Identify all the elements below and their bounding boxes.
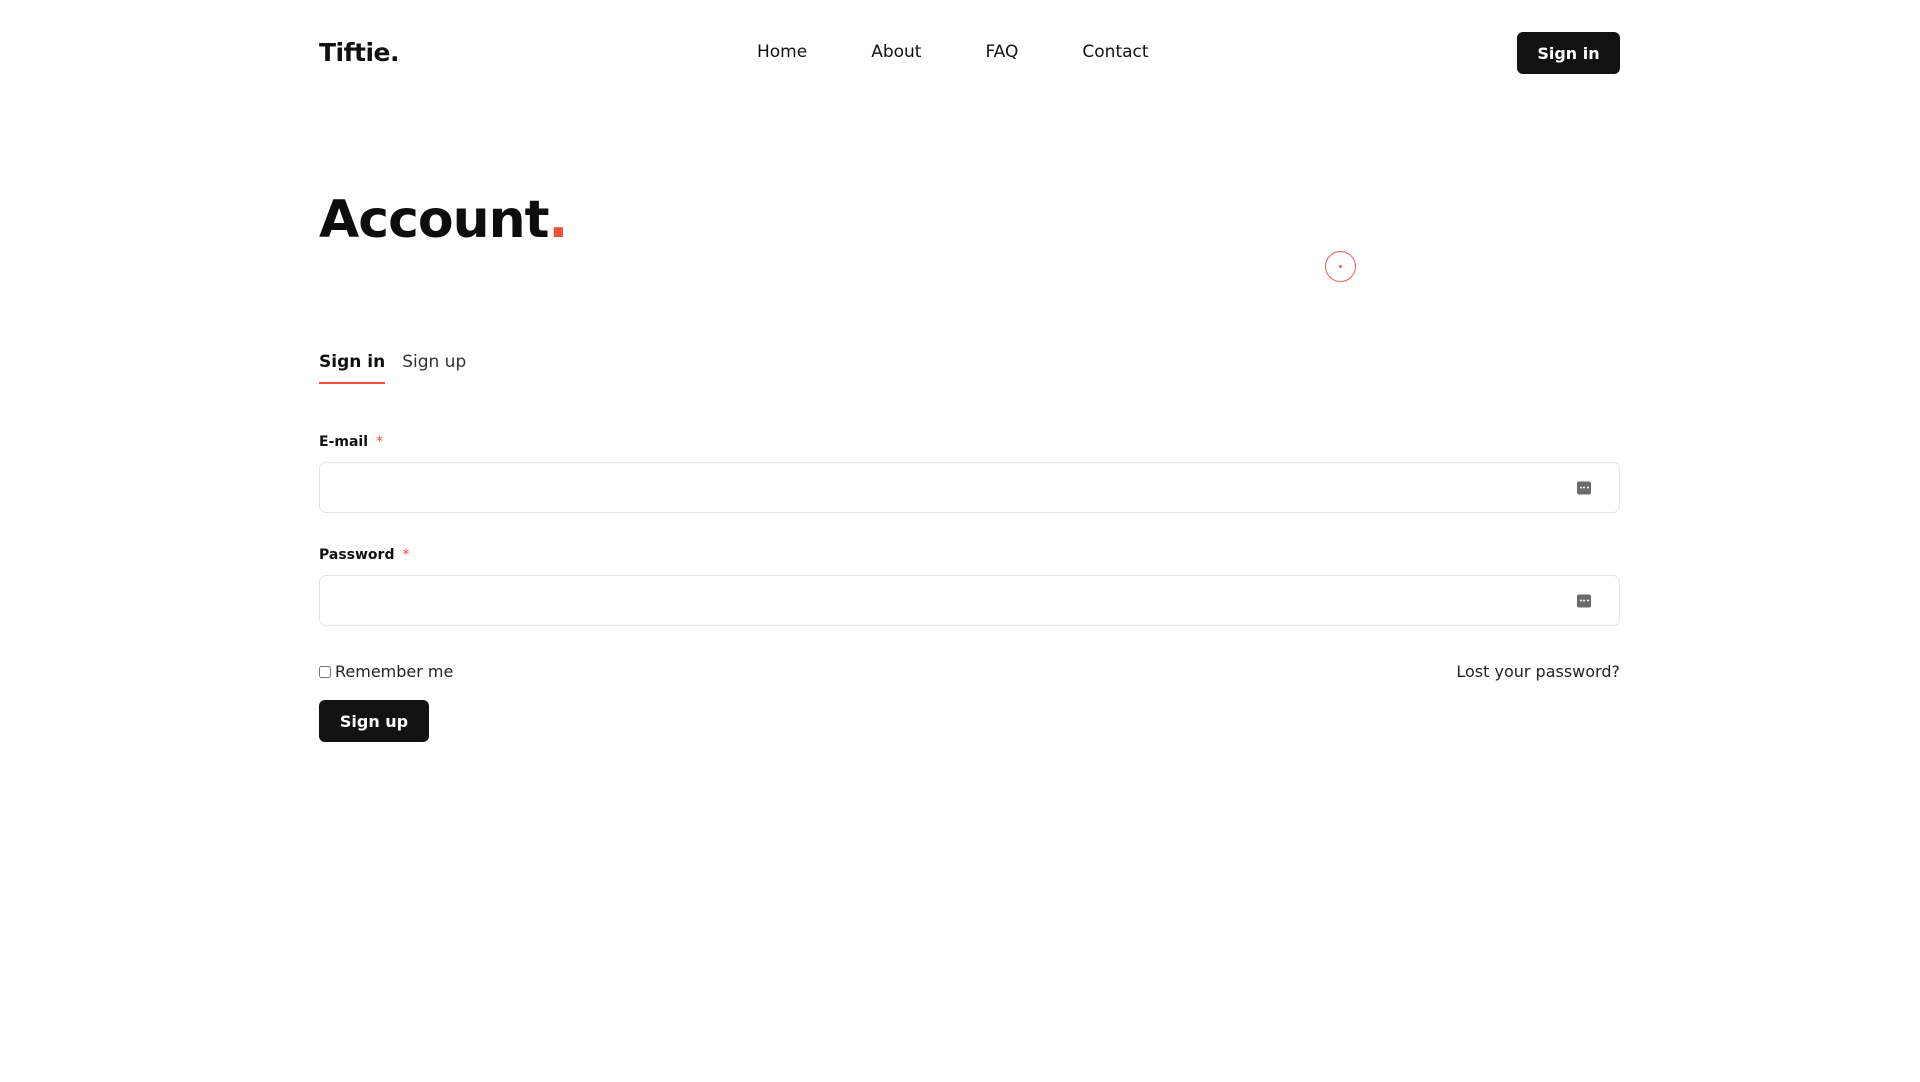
nav-link-contact[interactable]: Contact — [1082, 42, 1148, 62]
tab-sign-in[interactable]: Sign in — [319, 352, 386, 384]
remember-me-label[interactable]: Remember me — [335, 662, 453, 681]
email-field[interactable] — [320, 463, 1619, 512]
page-title-text: Account — [319, 190, 550, 250]
page-title: Account. — [319, 189, 569, 251]
site-logo[interactable]: Tiftie. — [319, 38, 399, 67]
email-field-wrapper — [319, 462, 1620, 513]
main-nav: Home About FAQ Contact — [757, 42, 1149, 62]
sign-up-button[interactable]: Sign up — [319, 700, 429, 742]
autofill-key-icon[interactable] — [1577, 481, 1591, 494]
password-field-wrapper — [319, 575, 1620, 626]
auth-tabs: Sign in Sign up — [319, 352, 483, 384]
site-header: Tiftie. Home About FAQ Contact Sign in — [0, 0, 1920, 104]
email-label-text: E-mail — [319, 434, 369, 450]
nav-link-home[interactable]: Home — [757, 42, 807, 62]
email-required-asterisk: * — [376, 434, 384, 450]
lost-password-link[interactable]: Lost your password? — [1456, 662, 1620, 681]
remember-me-checkbox[interactable] — [319, 665, 331, 678]
password-label: Password * — [319, 547, 409, 563]
remember-me-row: Remember me — [319, 662, 453, 681]
nav-link-about[interactable]: About — [871, 42, 921, 62]
cursor-target-icon — [1325, 251, 1356, 282]
email-label: E-mail * — [319, 434, 383, 450]
password-label-text: Password — [319, 547, 395, 563]
page-title-dot: . — [548, 190, 569, 250]
autofill-key-icon[interactable] — [1577, 594, 1591, 607]
password-field[interactable] — [320, 576, 1619, 625]
tab-sign-up[interactable]: Sign up — [402, 352, 466, 384]
nav-link-faq[interactable]: FAQ — [985, 42, 1018, 62]
password-required-asterisk: * — [402, 547, 410, 563]
header-sign-in-button[interactable]: Sign in — [1517, 32, 1620, 74]
